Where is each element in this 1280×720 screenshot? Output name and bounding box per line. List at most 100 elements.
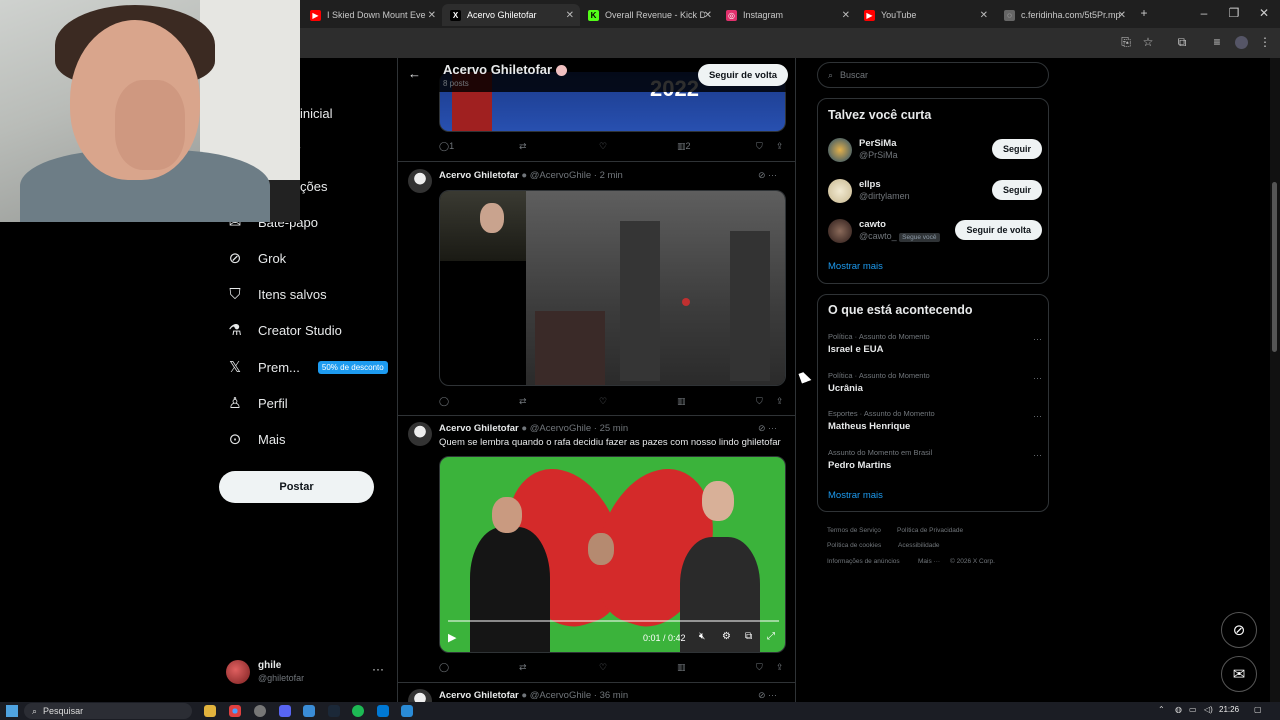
bookmark-icon[interactable]: ⛉	[756, 662, 763, 673]
mute-icon[interactable]: 🔇︎	[699, 631, 705, 642]
close-icon[interactable]: ✕	[704, 10, 712, 21]
search-input[interactable]: ⌕ Buscar	[817, 62, 1049, 88]
nav-premium[interactable]: 𝕏 Prem... 50% de desconto	[226, 352, 388, 382]
close-icon[interactable]: ✕	[980, 10, 988, 21]
bookmark-icon[interactable]: ⛉	[756, 396, 763, 407]
like-icon[interactable]: ♡	[599, 396, 607, 407]
more-icon[interactable]: ···	[1033, 334, 1042, 344]
suggested-account[interactable]: cawto @cawto_ Segue você Seguir de volta	[828, 216, 1042, 246]
new-tab-button[interactable]: +	[1136, 6, 1152, 20]
more-icon[interactable]: ···	[372, 662, 384, 676]
trend-item[interactable]: Esportes · Assunto do Momento Matheus He…	[828, 409, 1042, 441]
media-controls-icon[interactable]: ≡	[1209, 34, 1225, 50]
views-icon[interactable]: ▥	[677, 662, 686, 673]
windows-start-icon[interactable]	[6, 705, 18, 717]
footer-accessibility-link[interactable]: Acessibilidade	[898, 542, 940, 549]
close-window-icon[interactable]: ✕	[1256, 6, 1272, 20]
reply-icon[interactable]: ◯	[439, 396, 449, 407]
notifications-icon[interactable]: ▢	[1254, 705, 1262, 714]
suggested-account[interactable]: PerSiMa @PrSiMa Seguir	[828, 135, 1042, 165]
trend-item[interactable]: Política · Assunto do Momento Israel e E…	[828, 332, 1042, 364]
tab-youtube-video[interactable]: ▶ I Skied Down Mount Eve ✕	[302, 4, 442, 26]
tab-kick[interactable]: K Overall Revenue - Kick D ✕	[580, 4, 718, 26]
more-icon[interactable]: ···	[1033, 450, 1042, 460]
file-explorer-icon[interactable]	[204, 705, 216, 717]
taskbar-clock[interactable]: 21:26	[1219, 705, 1239, 714]
grok-icon[interactable]: ⊘ ···	[758, 690, 777, 701]
retweet-icon[interactable]: ⇄	[519, 662, 527, 673]
show-more-link[interactable]: Mostrar mais	[828, 490, 883, 501]
nav-bookmarks[interactable]: ⛉ Itens salvos	[226, 279, 326, 309]
close-icon[interactable]: ✕	[842, 10, 850, 21]
network-icon[interactable]: ▭	[1189, 705, 1197, 714]
tweet-video[interactable]: ▶ 0:01 / 0:42 🔇︎ ⚙ ⧉ ⤢	[439, 456, 786, 653]
footer-terms-link[interactable]: Termos de Serviço	[827, 527, 881, 534]
profile-avatar[interactable]	[1233, 34, 1249, 50]
restore-icon[interactable]: ❐	[1226, 6, 1242, 20]
video-progress-bar[interactable]	[448, 620, 779, 622]
nav-grok[interactable]: ⊘ Grok	[226, 243, 286, 273]
footer-cookies-link[interactable]: Política de cookies	[827, 542, 881, 549]
views-icon[interactable]: ▥	[677, 396, 686, 407]
follow-back-button[interactable]: Seguir de volta	[955, 220, 1042, 240]
spotify-icon[interactable]	[352, 705, 364, 717]
scrollbar-thumb[interactable]	[1272, 182, 1277, 352]
share-icon[interactable]: ⇪	[776, 396, 784, 407]
fullscreen-icon[interactable]: ⤢	[767, 631, 775, 642]
tab-acervo[interactable]: X Acervo Ghiletofar ✕	[442, 4, 580, 26]
bookmark-icon[interactable]: ⛉	[756, 141, 763, 152]
tweet-author[interactable]: Acervo Ghiletofar ● @AcervoGhile · 36 mi…	[439, 690, 628, 701]
nav-more[interactable]: ⊙ Mais	[226, 424, 286, 454]
extensions-icon[interactable]: ⧉	[1174, 34, 1190, 50]
app-icon[interactable]	[254, 705, 266, 717]
messages-icon[interactable]: ✉	[1221, 656, 1257, 692]
close-icon[interactable]: ✕	[1118, 10, 1126, 21]
install-app-icon[interactable]: ⎘	[1118, 34, 1134, 50]
retweet-icon[interactable]: ⇄	[519, 141, 527, 152]
nav-home[interactable]: inicial	[300, 98, 333, 128]
tweet-video[interactable]	[439, 190, 786, 386]
grok-icon[interactable]: ⊘ ···	[758, 170, 777, 181]
star-icon[interactable]: ☆	[1140, 34, 1156, 50]
tray-app-icon[interactable]: ◍	[1175, 705, 1182, 714]
trend-item[interactable]: Política · Assunto do Momento Ucrânia ··…	[828, 371, 1042, 403]
footer-privacy-link[interactable]: Política de Privacidade	[897, 527, 963, 534]
chrome-icon[interactable]	[229, 705, 241, 717]
tweet-author[interactable]: Acervo Ghiletofar ● @AcervoGhile · 2 min	[439, 170, 623, 181]
play-icon[interactable]: ▶	[448, 631, 456, 644]
avatar[interactable]	[408, 169, 432, 193]
tab-feridinha[interactable]: ◌ c.feridinha.com/5t5Pr.mp ✕	[996, 4, 1132, 26]
reply-icon[interactable]: ◯ 1	[439, 141, 454, 152]
share-icon[interactable]: ⇪	[776, 141, 784, 152]
menu-icon[interactable]: ⋮	[1257, 34, 1273, 50]
nav-creator-studio[interactable]: ⚗ Creator Studio	[226, 315, 342, 345]
discord-icon[interactable]	[279, 705, 291, 717]
avatar[interactable]	[408, 422, 432, 446]
suggested-account[interactable]: ellps @dirtylamen Seguir	[828, 176, 1042, 206]
footer-ads-link[interactable]: Informações de anúncios	[827, 558, 900, 565]
vscode-icon[interactable]	[377, 705, 389, 717]
reply-icon[interactable]: ◯	[439, 662, 449, 673]
trend-item[interactable]: Assunto do Momento em Brasil Pedro Marti…	[828, 448, 1042, 480]
app-icon[interactable]	[303, 705, 315, 717]
follow-back-button[interactable]: Seguir de volta	[698, 64, 788, 86]
tab-youtube[interactable]: ▶ YouTube ✕	[856, 4, 994, 26]
more-icon[interactable]: ···	[1033, 411, 1042, 421]
settings-icon[interactable]: ⚙	[722, 631, 731, 642]
like-icon[interactable]: ♡	[599, 662, 607, 673]
tray-chevron-icon[interactable]: ⌃	[1158, 705, 1165, 714]
grok-icon[interactable]: ⊘	[1221, 612, 1257, 648]
follow-button[interactable]: Seguir	[991, 180, 1042, 200]
footer-more-link[interactable]: Mais ···	[918, 558, 940, 565]
retweet-icon[interactable]: ⇄	[519, 396, 527, 407]
taskbar-search[interactable]: ⌕ Pesquisar	[24, 703, 192, 719]
back-arrow-icon[interactable]: ←	[408, 66, 421, 81]
show-more-link[interactable]: Mostrar mais	[828, 261, 883, 272]
account-switcher[interactable]: ghile @ghiletofar ···	[226, 658, 396, 690]
close-icon[interactable]: ✕	[566, 10, 574, 21]
page-scrollbar[interactable]	[1270, 58, 1280, 702]
tab-instagram[interactable]: ◎ Instagram ✕	[718, 4, 856, 26]
like-icon[interactable]: ♡	[599, 141, 607, 152]
follow-button[interactable]: Seguir	[991, 139, 1042, 159]
grok-icon[interactable]: ⊘ ···	[758, 423, 777, 434]
